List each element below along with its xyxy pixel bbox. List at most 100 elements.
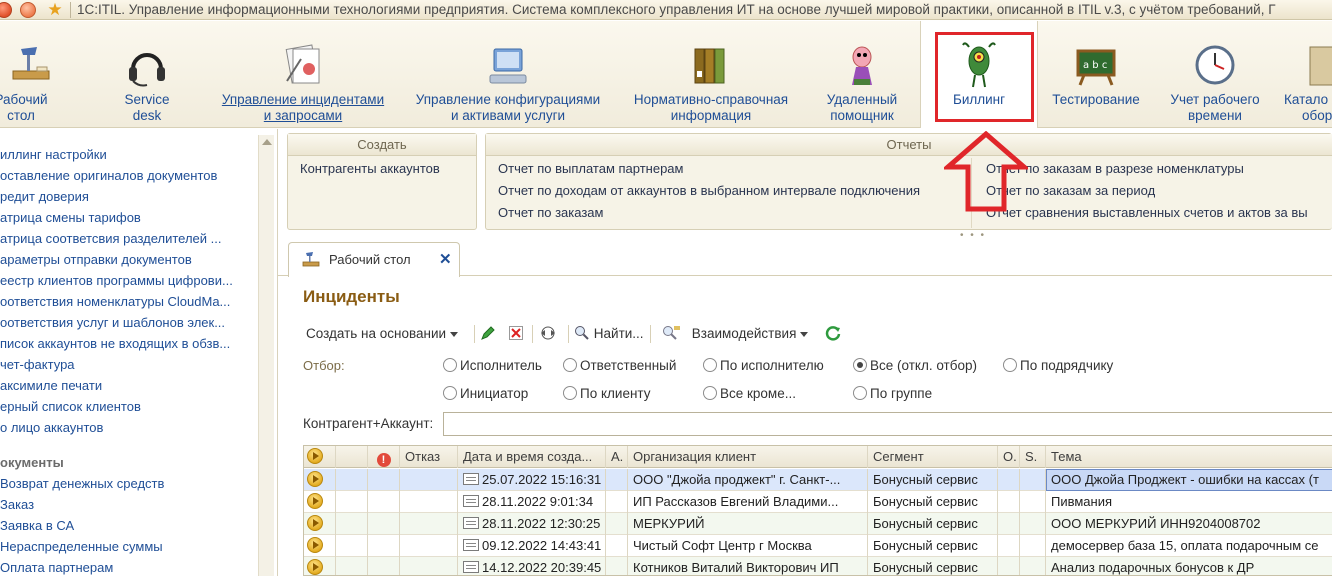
toolbar-separator bbox=[474, 325, 475, 343]
col-header-topic[interactable]: Тема bbox=[1046, 446, 1332, 468]
nav-doc-item[interactable]: Заявка в СА bbox=[0, 516, 74, 536]
section-time-tracking[interactable]: Учет рабочего времени bbox=[1162, 21, 1268, 128]
create-based-label: Создать на основании bbox=[306, 326, 447, 341]
col-header-a[interactable]: А. bbox=[606, 446, 628, 468]
filter-radio-by-client[interactable]: По клиенту bbox=[563, 385, 651, 403]
left-nav-scrollbar[interactable] bbox=[258, 135, 274, 576]
section-incidents[interactable]: Управление инцидентами и запросами bbox=[214, 21, 392, 128]
section-catalog[interactable]: Катало обор bbox=[1278, 21, 1332, 128]
close-window-icon[interactable] bbox=[0, 1, 12, 18]
delete-button[interactable] bbox=[508, 323, 526, 345]
headset-icon bbox=[129, 53, 165, 87]
section-label: desk bbox=[132, 108, 162, 123]
nav-item[interactable]: писок аккаунтов не входящих в обзв... bbox=[0, 334, 230, 354]
nav-item[interactable]: еестр клиентов программы цифрови... bbox=[0, 271, 233, 291]
table-row[interactable]: 09.12.2022 14:43:41 Чистый Софт Центр г … bbox=[304, 535, 1332, 557]
report-link[interactable]: Отчет сравнения выставленных счетов и ак… bbox=[986, 205, 1308, 220]
nav-item[interactable]: оответствия услуг и шаблонов элек... bbox=[0, 313, 225, 333]
col-header-warning[interactable]: ! bbox=[368, 446, 400, 468]
col-header-organization[interactable]: Организация клиент bbox=[628, 446, 868, 468]
report-link[interactable]: Отчет по доходам от аккаунтов в выбранно… bbox=[498, 183, 920, 198]
favorites-star-icon[interactable]: ★ bbox=[46, 0, 64, 19]
filter-radio-by-contractor[interactable]: По подрядчику bbox=[1003, 357, 1113, 375]
filter-radio-all[interactable]: Все (откл. отбор) bbox=[853, 357, 977, 375]
nav-doc-item[interactable]: Заказ bbox=[0, 495, 34, 515]
col-header-date[interactable]: Дата и время созда... bbox=[458, 446, 606, 468]
filter-radio-by-executor[interactable]: По исполнителю bbox=[703, 357, 824, 375]
radio-circle bbox=[563, 358, 577, 372]
desk-lamp-icon bbox=[302, 252, 320, 267]
filter-radio-responsible[interactable]: Ответственный bbox=[563, 357, 676, 375]
section-service-desk[interactable]: Service desk bbox=[106, 21, 188, 128]
find-button[interactable]: Найти... bbox=[574, 323, 644, 345]
nav-item[interactable]: араметры отправки документов bbox=[0, 250, 192, 270]
expand-button[interactable] bbox=[538, 323, 562, 345]
nav-item[interactable]: иллинг настройки bbox=[0, 145, 107, 165]
nav-item[interactable]: редит доверия bbox=[0, 187, 89, 207]
filter-radio-initiator[interactable]: Инициатор bbox=[443, 385, 528, 403]
filter-radio-all-except[interactable]: Все кроме... bbox=[703, 385, 796, 403]
nav-doc-item[interactable]: Оплата партнерам bbox=[0, 558, 113, 576]
scroll-up-icon[interactable] bbox=[262, 139, 272, 145]
nav-doc-item[interactable]: Нераспределенные суммы bbox=[0, 537, 163, 557]
nav-group-documents: окументы bbox=[0, 455, 64, 470]
table-row[interactable]: 25.07.2022 15:16:31 ООО "Джойа проджект"… bbox=[304, 469, 1332, 491]
table-row[interactable]: 14.12.2022 20:39:45 Котников Виталий Вик… bbox=[304, 557, 1332, 575]
report-link[interactable]: Отчет по выплатам партнерам bbox=[498, 161, 683, 176]
cartoon-helper-icon bbox=[852, 46, 872, 85]
section-label: обор bbox=[1302, 108, 1332, 123]
section-testing[interactable]: a b c Тестирование bbox=[1046, 21, 1146, 128]
nav-item[interactable]: чет-фактура bbox=[0, 355, 75, 375]
filter-radio-executor[interactable]: Исполнитель bbox=[443, 357, 542, 375]
section-configurations[interactable]: Управление конфигурациями и активами усл… bbox=[408, 21, 608, 128]
tab-desktop[interactable]: Рабочий стол ✕ bbox=[288, 242, 460, 277]
create-based-button[interactable]: Создать на основании bbox=[306, 323, 459, 345]
nav-item[interactable]: о лицо аккаунтов bbox=[0, 418, 103, 438]
nav-doc-item[interactable]: Возврат денежных средств bbox=[0, 474, 164, 494]
section-label: информация bbox=[670, 108, 752, 123]
section-remote-helper[interactable]: Удаленный помощник bbox=[814, 21, 910, 128]
nav-item[interactable]: оставление оригиналов документов bbox=[0, 166, 217, 186]
radio-circle bbox=[443, 386, 457, 400]
nav-item[interactable]: атрица соответсвия разделителей ... bbox=[0, 229, 222, 249]
cell-organization: Чистый Софт Центр г Москва bbox=[628, 535, 868, 557]
section-label: Управление инцидентами bbox=[221, 92, 385, 107]
edit-button[interactable] bbox=[480, 323, 498, 345]
create-link[interactable]: Контрагенты аккаунтов bbox=[300, 161, 440, 176]
nav-item[interactable]: ерный список клиентов bbox=[0, 397, 141, 417]
radio-circle bbox=[443, 358, 457, 372]
clock-icon bbox=[1195, 45, 1235, 85]
table-row[interactable]: 28.11.2022 9:01:34 ИП Рассказов Евгений … bbox=[304, 491, 1332, 513]
title-separator bbox=[70, 1, 71, 18]
nav-item[interactable]: акcимиле печати bbox=[0, 376, 102, 396]
section-label: стол bbox=[7, 108, 35, 123]
nav-item[interactable]: атрица смены тарифов bbox=[0, 208, 141, 228]
close-tab-icon[interactable]: ✕ bbox=[439, 250, 452, 268]
radio-label: Инициатор bbox=[460, 386, 529, 401]
cell-topic: ООО МЕРКУРИЙ ИНН9204008702 bbox=[1051, 516, 1261, 531]
cell-topic: демосервер база 15, оплата подарочным се bbox=[1051, 538, 1319, 553]
nav-item[interactable]: оответствия номенклатуры CloudMa... bbox=[0, 292, 230, 312]
kontragent-input[interactable] bbox=[443, 412, 1332, 436]
section-desktop[interactable]: Рабочий стол bbox=[0, 21, 62, 128]
cell-topic: ООО Джойа Проджект - ошибки на кассах (т bbox=[1046, 469, 1332, 491]
radio-label: Все кроме... bbox=[720, 386, 796, 401]
table-row[interactable]: 28.11.2022 12:30:25 МЕРКУРИЙ Бонусный се… bbox=[304, 513, 1332, 535]
page-title: Инциденты bbox=[303, 287, 400, 306]
col-header-empty[interactable] bbox=[336, 446, 368, 468]
report-link[interactable]: Отчет по заказам bbox=[498, 205, 603, 220]
col-header-o[interactable]: О. bbox=[998, 446, 1020, 468]
col-header-status[interactable] bbox=[304, 446, 336, 468]
find-label: Найти... bbox=[593, 326, 644, 341]
refresh-button[interactable] bbox=[824, 323, 844, 345]
col-header-refusal[interactable]: Отказ bbox=[400, 446, 458, 468]
minimize-window-icon[interactable] bbox=[20, 1, 36, 18]
magnifier-icon bbox=[575, 326, 589, 340]
play-status-icon bbox=[307, 471, 323, 487]
col-header-s[interactable]: S. bbox=[1020, 446, 1046, 468]
cell-segment: Бонусный сервис bbox=[868, 513, 998, 535]
section-reference[interactable]: Нормативно-справочная информация bbox=[626, 21, 796, 128]
interactions-button[interactable]: Взаимодействия bbox=[660, 323, 809, 345]
filter-radio-by-group[interactable]: По группе bbox=[853, 385, 932, 403]
col-header-segment[interactable]: Сегмент bbox=[868, 446, 998, 468]
